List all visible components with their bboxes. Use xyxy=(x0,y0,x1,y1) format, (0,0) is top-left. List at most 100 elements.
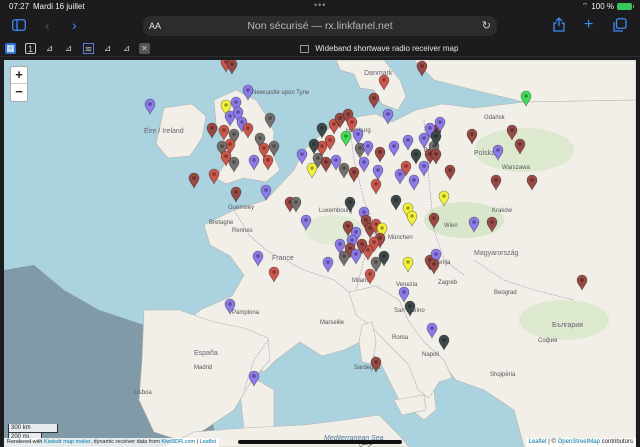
credit-link-kiwisdr[interactable]: KiwiSDR.com xyxy=(161,439,195,445)
receiver-marker[interactable] xyxy=(388,140,400,157)
receiver-marker[interactable] xyxy=(428,258,440,275)
receiver-marker[interactable] xyxy=(316,122,328,139)
reload-icon[interactable]: ↻ xyxy=(482,19,491,32)
address-text[interactable]: Non sécurisé — rx.linkfanel.net xyxy=(143,20,497,32)
close-tab-icon[interactable]: ✕ xyxy=(139,43,150,54)
receiver-marker[interactable] xyxy=(416,60,428,77)
receiver-marker[interactable] xyxy=(408,174,420,191)
receiver-marker[interactable] xyxy=(262,154,274,171)
receiver-marker[interactable] xyxy=(268,266,280,283)
credit-link-osm[interactable]: OpenStreetMap xyxy=(558,439,600,445)
receiver-marker[interactable] xyxy=(466,128,478,145)
receiver-marker[interactable] xyxy=(228,156,240,173)
receiver-marker[interactable] xyxy=(486,216,498,233)
receiver-marker[interactable] xyxy=(428,212,440,229)
receiver-marker[interactable] xyxy=(260,184,272,201)
receiver-marker[interactable] xyxy=(248,370,260,387)
receiver-marker[interactable] xyxy=(322,256,334,273)
receiver-marker[interactable] xyxy=(444,164,456,181)
receiver-marker[interactable] xyxy=(390,194,402,211)
receiver-marker[interactable] xyxy=(370,178,382,195)
zoom-in-button[interactable]: + xyxy=(11,67,27,84)
receiver-marker[interactable] xyxy=(370,356,382,373)
receiver-marker[interactable] xyxy=(144,98,156,115)
receiver-marker[interactable] xyxy=(224,298,236,315)
receiver-marker[interactable] xyxy=(248,154,260,171)
receiver-marker[interactable] xyxy=(290,196,302,213)
receiver-marker[interactable] xyxy=(226,60,238,75)
receiver-marker[interactable] xyxy=(382,108,394,125)
receiver-marker[interactable] xyxy=(406,210,418,227)
forward-button-icon[interactable]: › xyxy=(72,18,77,32)
receiver-marker[interactable] xyxy=(208,168,220,185)
receiver-marker[interactable] xyxy=(338,162,350,179)
receiver-marker[interactable] xyxy=(468,216,480,233)
address-bar[interactable]: AA Non sécurisé — rx.linkfanel.net ↻ xyxy=(143,16,497,36)
receiver-marker[interactable] xyxy=(348,166,360,183)
receiver-marker[interactable] xyxy=(206,122,218,139)
receiver-marker[interactable] xyxy=(296,148,308,165)
receiver-marker[interactable] xyxy=(358,156,370,173)
receiver-marker[interactable] xyxy=(402,256,414,273)
receiver-marker[interactable] xyxy=(374,146,386,163)
zoom-out-button[interactable]: − xyxy=(11,84,27,101)
tab-favicon-7-icon[interactable]: ⊿ xyxy=(121,43,132,54)
receiver-marker[interactable] xyxy=(378,74,390,91)
receiver-marker[interactable] xyxy=(300,214,312,231)
receiver-marker[interactable] xyxy=(430,148,442,165)
receiver-marker[interactable] xyxy=(526,174,538,191)
receiver-marker[interactable] xyxy=(344,196,356,213)
receiver-marker[interactable] xyxy=(306,162,318,179)
new-tab-icon[interactable]: + xyxy=(584,17,593,33)
receiver-marker[interactable] xyxy=(418,160,430,177)
tabs-overview-icon[interactable] xyxy=(613,18,627,34)
back-button-icon[interactable]: ‹ xyxy=(45,18,50,32)
receiver-marker[interactable] xyxy=(426,322,438,339)
receiver-marker[interactable] xyxy=(398,286,410,303)
receiver-marker[interactable] xyxy=(264,112,276,129)
active-tab[interactable]: Wideband shortwave radio receiver map xyxy=(300,44,620,53)
multitasking-dots-icon[interactable]: ••• xyxy=(314,0,326,10)
receiver-marker[interactable] xyxy=(438,190,450,207)
receiver-marker[interactable] xyxy=(514,138,526,155)
receiver-marker[interactable] xyxy=(308,138,320,155)
receiver-marker[interactable] xyxy=(402,134,414,151)
receiver-marker[interactable] xyxy=(520,90,532,107)
receiver-marker[interactable] xyxy=(418,132,430,149)
receiver-marker[interactable] xyxy=(576,274,588,291)
receiver-marker[interactable] xyxy=(492,144,504,161)
receiver-marker[interactable] xyxy=(218,124,230,141)
credit-link-mapmaker[interactable]: Kiwisdr map maker xyxy=(44,439,90,445)
receiver-marker[interactable] xyxy=(410,148,422,165)
receiver-marker[interactable] xyxy=(268,140,280,157)
receiver-marker[interactable] xyxy=(188,172,200,189)
receiver-marker[interactable] xyxy=(340,130,352,147)
receiver-marker[interactable] xyxy=(506,124,518,141)
receiver-marker[interactable] xyxy=(372,164,384,181)
receiver-marker[interactable] xyxy=(350,248,362,265)
tab-favicon-3-icon[interactable]: ⊿ xyxy=(44,43,55,54)
sidebar-toggle-icon[interactable] xyxy=(12,19,26,33)
receiver-marker[interactable] xyxy=(438,334,450,351)
receiver-marker[interactable] xyxy=(230,186,242,203)
receiver-marker[interactable] xyxy=(242,122,254,139)
tab-favicon-2-icon[interactable]: 1 xyxy=(25,43,36,54)
tab-favicon-1-icon[interactable]: ▦ xyxy=(5,43,16,54)
tab-favicon-5-icon[interactable]: ≋ xyxy=(83,43,94,54)
share-icon[interactable] xyxy=(553,17,565,34)
tab-favicon-4-icon[interactable]: ⊿ xyxy=(63,43,74,54)
receiver-marker[interactable] xyxy=(352,128,364,145)
receiver-marker[interactable] xyxy=(404,300,416,317)
receiver-markers[interactable] xyxy=(4,60,636,447)
map-view[interactable]: Éire / Ireland Newcastle upon Tyne Danma… xyxy=(4,60,636,447)
receiver-marker[interactable] xyxy=(320,156,332,173)
credit-link-leaflet[interactable]: Leaflet xyxy=(529,439,547,445)
tab-favicon-6-icon[interactable]: ⊿ xyxy=(102,43,113,54)
receiver-marker[interactable] xyxy=(368,92,380,109)
receiver-marker[interactable] xyxy=(490,174,502,191)
receiver-marker[interactable] xyxy=(362,140,374,157)
receiver-marker[interactable] xyxy=(364,268,376,285)
receiver-marker[interactable] xyxy=(252,250,264,267)
credit-link-legend[interactable]: Leaflet xyxy=(200,439,217,445)
receiver-marker[interactable] xyxy=(242,84,254,101)
